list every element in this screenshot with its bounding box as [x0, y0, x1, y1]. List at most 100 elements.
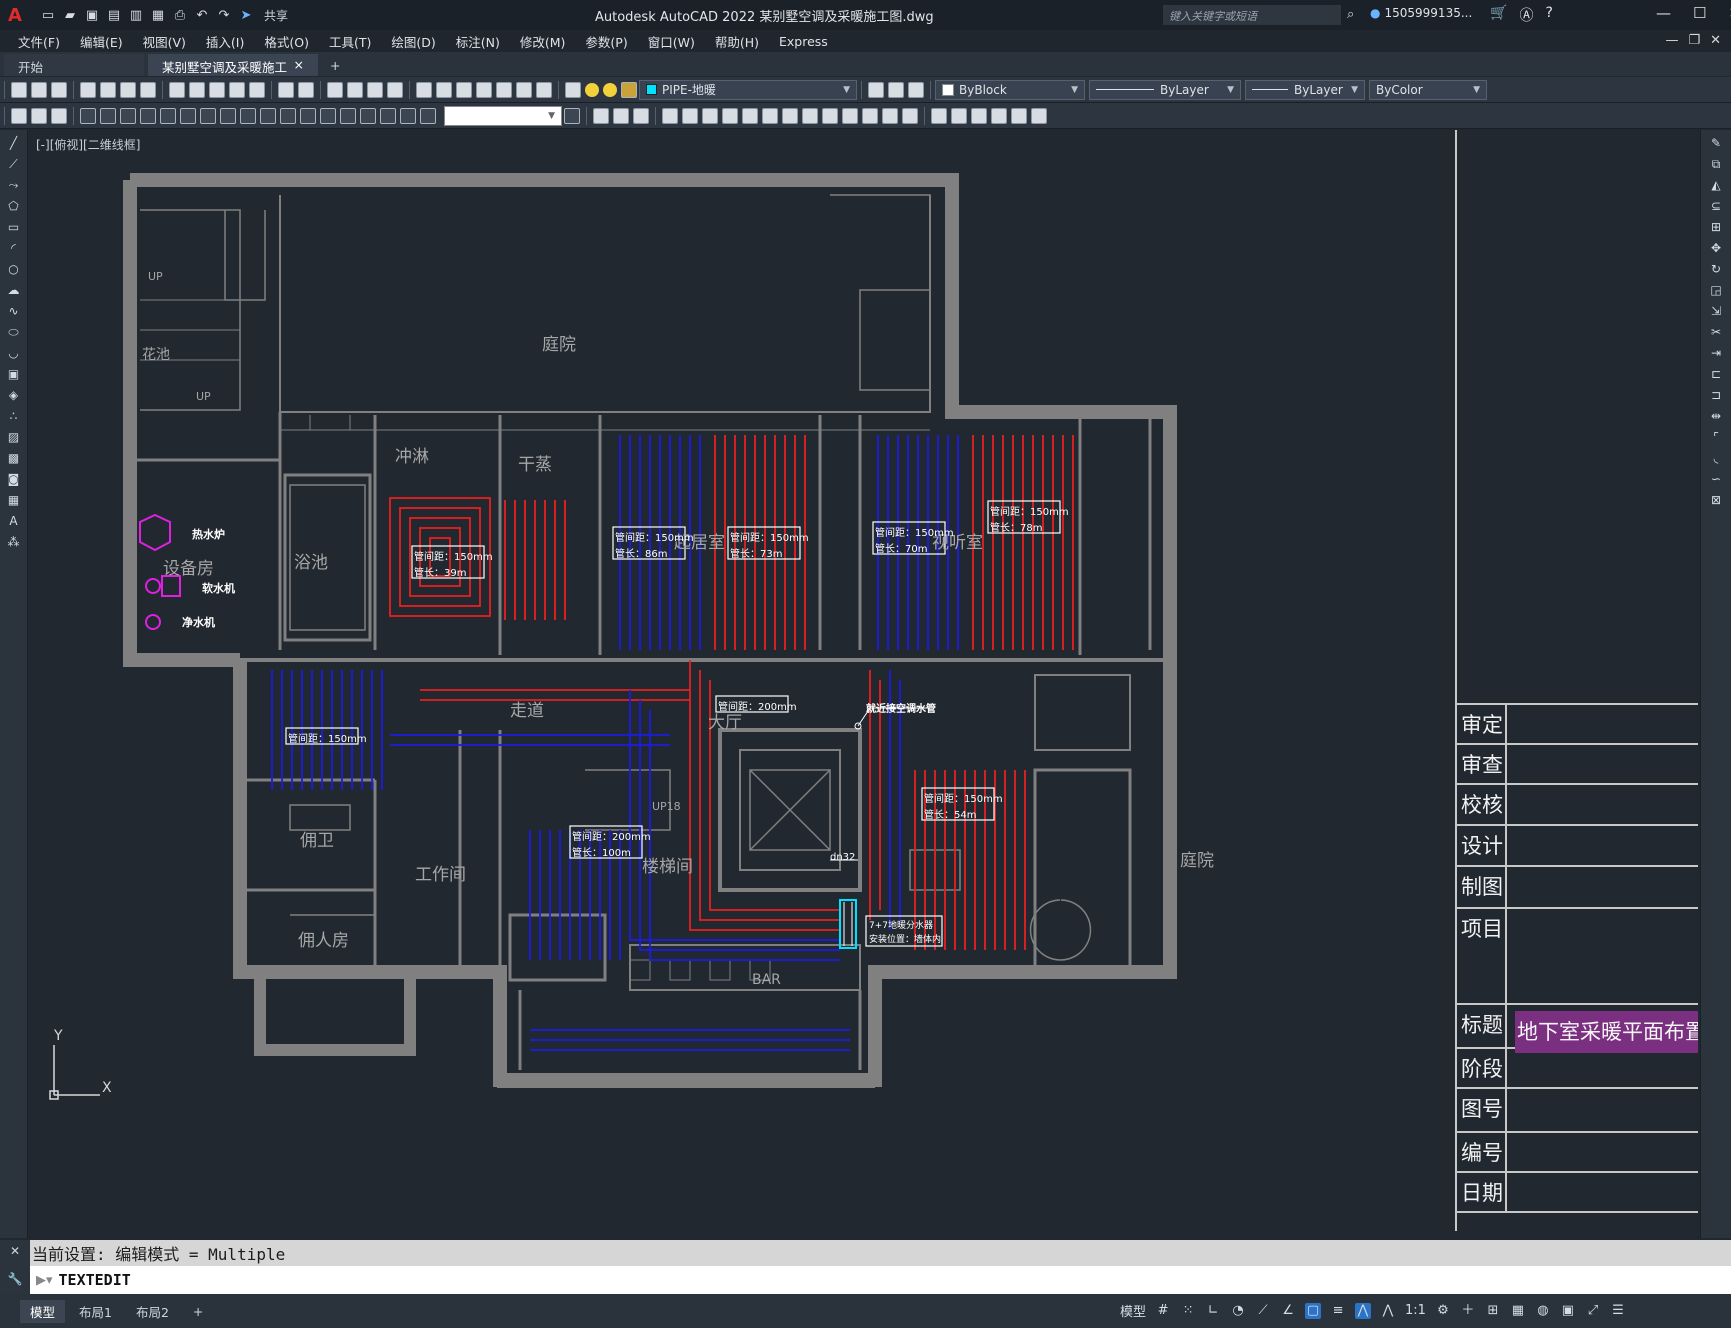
lineweight-dropdown[interactable]: ByLayer ▼	[1245, 79, 1365, 100]
block-editor-icon[interactable]	[249, 81, 265, 98]
doc-restore-icon[interactable]: ❐	[1688, 33, 1700, 48]
dim-edit-icon[interactable]	[420, 107, 436, 124]
undo-icon[interactable]: ↶	[194, 7, 210, 23]
customize-wrench-icon[interactable]: 🔧	[0, 1266, 30, 1294]
annotation-stair-length[interactable]: 管长：100m	[572, 844, 631, 859]
menu-tools[interactable]: 工具(T)	[319, 32, 381, 51]
layer-lock-icon[interactable]	[621, 81, 637, 98]
customization-icon[interactable]: ☰	[1610, 1303, 1626, 1319]
rotate-icon[interactable]	[722, 107, 738, 124]
mtext-icon[interactable]: A	[6, 514, 21, 529]
annotation-manifold-1[interactable]: 7+7地暖分水器	[869, 918, 933, 931]
annotation-visibility-icon[interactable]: ⋀	[1355, 1302, 1372, 1319]
layer-freeze-icon[interactable]	[603, 82, 617, 97]
annotation-corridor-spacing[interactable]: 管间距：150mm	[288, 730, 367, 745]
quick-dim-icon[interactable]	[240, 107, 256, 124]
layer-dropdown[interactable]: PIPE-地暖 ▼	[639, 79, 857, 100]
polar-icon[interactable]: ◔	[1230, 1303, 1246, 1319]
annotation-pipe-size[interactable]: dn32	[830, 852, 855, 863]
auto-scale-icon[interactable]: ⋀	[1380, 1303, 1396, 1319]
offset-icon[interactable]: ⊆	[1709, 199, 1724, 214]
layout-tab-2[interactable]: 布局2	[126, 1300, 179, 1323]
gradient-icon[interactable]: ▩	[6, 451, 21, 466]
new-file-icon[interactable]: ▭	[40, 7, 56, 23]
annotation-east-length[interactable]: 管长：54m	[924, 806, 976, 821]
erase-icon[interactable]: ✎	[1709, 136, 1724, 151]
continue-icon[interactable]	[280, 107, 296, 124]
extend-icon[interactable]	[802, 107, 818, 124]
ordinate-icon[interactable]	[140, 107, 156, 124]
clean-screen-icon[interactable]: ⤢	[1585, 1303, 1601, 1319]
radius-icon[interactable]	[160, 107, 176, 124]
mirror-icon[interactable]: ◭	[1709, 178, 1724, 193]
open-icon[interactable]	[31, 81, 47, 98]
region-icon[interactable]: ◙	[6, 472, 21, 487]
annotation-manifold-2[interactable]: 安装位置：墙体内	[869, 932, 941, 945]
annotation-bath-length[interactable]: 管长：39m	[414, 564, 466, 579]
grid-icon[interactable]: #	[1155, 1303, 1171, 1319]
save-icon[interactable]	[51, 81, 67, 98]
text-style-icon[interactable]	[31, 107, 47, 124]
ellipse-icon[interactable]: ⬭	[6, 325, 21, 340]
model-space-toggle[interactable]: 模型	[1120, 1301, 1146, 1320]
explode-icon[interactable]: ⊠	[1709, 493, 1724, 508]
isolate-objects-icon[interactable]: ◍	[1535, 1303, 1551, 1319]
rectangle-icon[interactable]: ▭	[6, 220, 21, 235]
minimize-icon[interactable]: —	[1656, 4, 1671, 22]
join-icon[interactable]	[842, 107, 858, 124]
object-snap-icon[interactable]: ▢	[1305, 1302, 1322, 1319]
add-selected-icon[interactable]: ⁂	[6, 535, 21, 550]
help-icon[interactable]	[536, 81, 552, 98]
drawing-canvas[interactable]: [-][俯视][二维线框] 庭院 花池 UP UP 冲淋 干蒸 浴池 设备房 起…	[30, 130, 1698, 1238]
annotation-av-r-spacing[interactable]: 管间距：150mm	[990, 503, 1069, 518]
menu-file[interactable]: 文件(F)	[0, 32, 70, 51]
graphics-performance-icon[interactable]: ▣	[1560, 1303, 1576, 1319]
revision-cloud-icon[interactable]: ☁	[6, 283, 21, 298]
dim-update-icon[interactable]	[564, 107, 580, 124]
rotate-icon[interactable]: ↻	[1709, 262, 1724, 277]
tab-active-drawing[interactable]: 某别墅空调及采暖施工图* ×	[148, 54, 318, 94]
array-icon[interactable]	[682, 107, 698, 124]
copy-icon[interactable]: ⧉	[1709, 157, 1724, 172]
chamfer-icon[interactable]	[862, 107, 878, 124]
zoom-previous-icon[interactable]	[387, 81, 403, 98]
fillet-icon[interactable]	[882, 107, 898, 124]
save-as-icon[interactable]: ▤	[106, 7, 122, 23]
move-icon[interactable]: ✥	[1709, 241, 1724, 256]
layer-properties-icon[interactable]	[565, 81, 581, 98]
break-at-point-icon[interactable]: ⊏	[1709, 367, 1724, 382]
match-properties-icon[interactable]	[229, 81, 245, 98]
circle-icon[interactable]: ○	[6, 262, 21, 277]
annotation-living-l-spacing[interactable]: 管间距：150mm	[615, 529, 694, 544]
3d-print-icon[interactable]	[140, 81, 156, 98]
send-back-icon[interactable]	[971, 107, 987, 124]
quick-properties-icon[interactable]: ▦	[1510, 1303, 1526, 1319]
publish-icon[interactable]	[120, 81, 136, 98]
user-account[interactable]: ● 1505999135...	[1370, 6, 1472, 20]
color-dropdown[interactable]: ByBlock ▼	[935, 79, 1085, 100]
redo-icon[interactable]	[298, 81, 314, 98]
bring-front-icon[interactable]	[951, 107, 967, 124]
line-icon[interactable]: ╱	[6, 136, 21, 151]
command-input[interactable]: TEXTEDIT	[59, 1271, 131, 1289]
point-icon[interactable]: ∴	[6, 409, 21, 424]
annotation-living-r-spacing[interactable]: 管间距：150mm	[730, 529, 809, 544]
center-mark-icon[interactable]	[360, 107, 376, 124]
layout-tab-model[interactable]: 模型	[20, 1299, 66, 1323]
layer-state-icon[interactable]	[908, 81, 924, 98]
dim-style-dropdown[interactable]: ▼	[444, 105, 562, 126]
angular-icon[interactable]	[220, 107, 236, 124]
scale-icon[interactable]	[742, 107, 758, 124]
toolbar-grip[interactable]	[4, 80, 5, 99]
stretch-icon[interactable]: ⇲	[1709, 304, 1724, 319]
lineweight-icon[interactable]: ≡	[1330, 1303, 1346, 1319]
break-icon[interactable]: ⊐	[1709, 388, 1724, 403]
cut-icon[interactable]	[169, 81, 185, 98]
redo-icon[interactable]: ↷	[216, 7, 232, 23]
pan-icon[interactable]	[327, 81, 343, 98]
plotstyle-dropdown[interactable]: ByColor ▼	[1369, 79, 1487, 100]
cart-icon[interactable]: 🛒	[1490, 5, 1507, 25]
menu-format[interactable]: 格式(O)	[254, 32, 319, 51]
object-snap-tracking-icon[interactable]: ∠	[1280, 1303, 1296, 1319]
menu-express[interactable]: Express	[769, 34, 838, 49]
